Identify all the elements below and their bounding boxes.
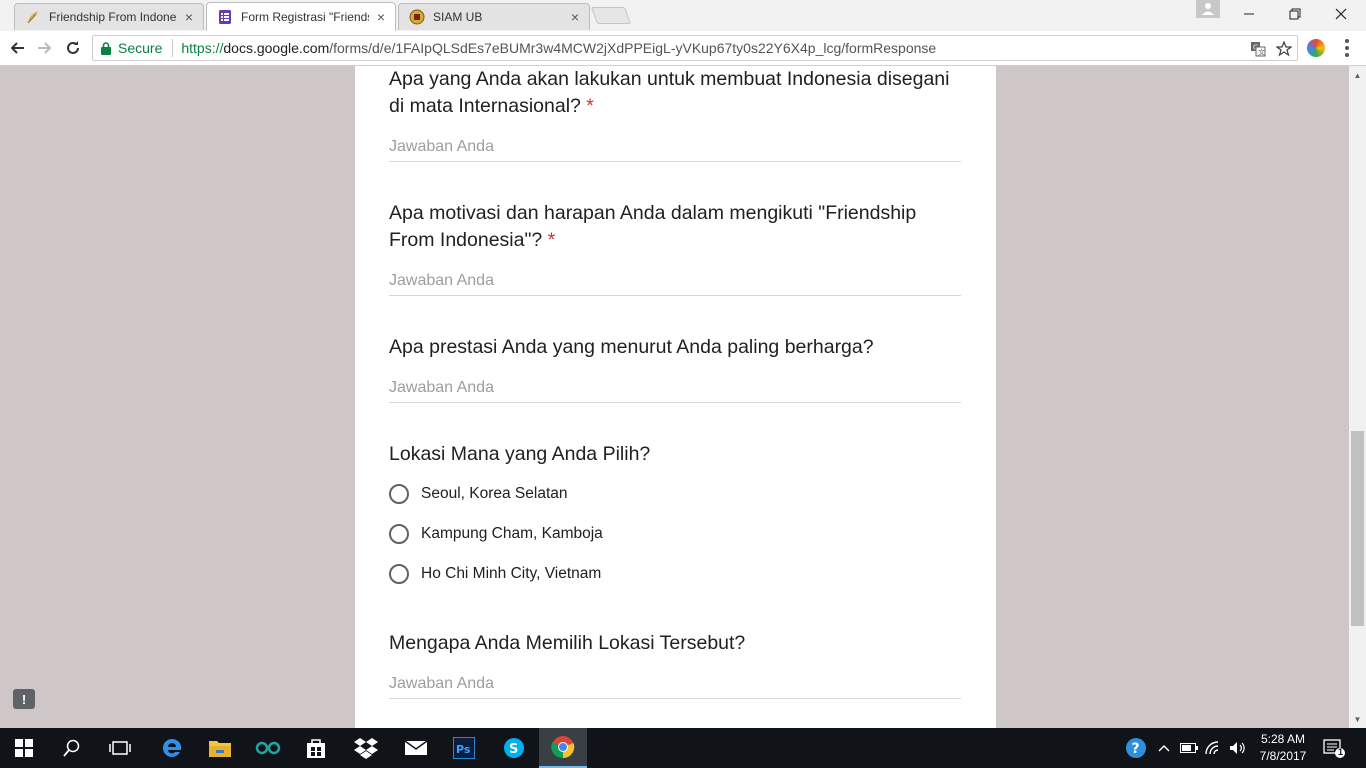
svg-text:Ps: Ps [456, 743, 471, 756]
search-icon[interactable] [48, 728, 96, 768]
volume-icon[interactable] [1227, 728, 1249, 768]
start-icon[interactable] [0, 728, 48, 768]
skype-icon[interactable]: S [490, 728, 538, 768]
dropbox-icon[interactable] [342, 728, 390, 768]
radio-button[interactable] [389, 564, 409, 584]
secure-indicator[interactable]: Secure [93, 40, 162, 56]
profile-button[interactable] [1196, 0, 1220, 18]
chrome-icon[interactable] [539, 728, 587, 768]
reload-button[interactable] [60, 36, 86, 60]
tab-title: SIAM UB [433, 10, 483, 24]
notification-count: 1 [1338, 747, 1344, 757]
question-title: Apa prestasi Anda yang menurut Anda pali… [389, 336, 874, 358]
tab-siam-ub[interactable]: SIAM UB × [398, 3, 590, 30]
question-title: Mengapa Anda Memilih Lokasi Tersebut? [389, 632, 746, 654]
question-title: Apa motivasi dan harapan Anda dalam meng… [389, 200, 961, 254]
restore-button[interactable] [1272, 0, 1318, 28]
close-window-button[interactable] [1318, 0, 1364, 28]
forms-icon [217, 9, 233, 25]
radio-label: Ho Chi Minh City, Vietnam [421, 565, 602, 582]
new-tab-button[interactable] [590, 7, 632, 24]
url-text: https://docs.google.com/forms/d/e/1FAIpQ… [181, 40, 936, 56]
tab-form-registrasi[interactable]: Form Registrasi "Friendsh × [206, 2, 396, 31]
back-button[interactable] [4, 36, 30, 60]
answer-input[interactable]: Jawaban Anda [389, 375, 961, 403]
url-scheme: https:// [181, 40, 224, 56]
mail-icon[interactable] [392, 728, 440, 768]
store-icon[interactable] [292, 728, 340, 768]
wifi-icon[interactable] [1203, 728, 1225, 768]
edge-icon[interactable] [148, 728, 196, 768]
tab-strip: Friendship From Indones × Form Registras… [0, 0, 1366, 31]
form-card: Apa yang Anda akan lakukan untuk membuat… [355, 66, 996, 728]
radio-button[interactable] [389, 524, 409, 544]
url-host: docs.google.com [223, 40, 330, 56]
translate-icon[interactable]: G文 [1249, 40, 1267, 58]
clock-time: 5:28 AM [1260, 732, 1306, 746]
scroll-up-arrow[interactable]: ▲ [1349, 68, 1366, 82]
tab-title: Form Registrasi "Friendsh [241, 10, 369, 24]
chevron-up-icon[interactable] [1154, 728, 1174, 768]
radio-button[interactable] [389, 484, 409, 504]
svg-text:?: ? [1132, 741, 1140, 757]
radio-group: Seoul, Korea Selatan Kampung Cham, Kambo… [389, 474, 961, 594]
crest-icon [409, 9, 425, 25]
extension-icon[interactable] [1307, 39, 1325, 57]
required-asterisk: * [547, 229, 556, 251]
svg-text:S: S [509, 742, 518, 757]
svg-text:文: 文 [1258, 48, 1265, 57]
question-item: Apa yang Anda akan lakukan untuk membuat… [389, 66, 961, 162]
lock-icon [101, 41, 111, 55]
tab-friendship[interactable]: Friendship From Indones × [14, 3, 204, 30]
scrollbar[interactable] [1349, 66, 1366, 728]
radio-option[interactable]: Kampung Cham, Kamboja [389, 514, 961, 554]
bookmark-star-icon[interactable] [1275, 40, 1293, 58]
radio-option[interactable]: Seoul, Korea Selatan [389, 474, 961, 514]
tab-title: Friendship From Indones [49, 10, 177, 24]
scroll-down-arrow[interactable]: ▼ [1349, 712, 1366, 726]
close-icon[interactable]: × [569, 9, 581, 25]
forward-button[interactable] [32, 36, 58, 60]
feedback-icon[interactable]: ! [13, 689, 35, 709]
system-clock[interactable]: 5:28 AM 7/8/2017 [1248, 731, 1318, 765]
secure-label: Secure [118, 40, 163, 56]
required-asterisk: * [586, 95, 594, 117]
photoshop-icon[interactable]: Ps [440, 728, 488, 768]
leaf-icon [25, 9, 41, 25]
divider [172, 39, 174, 57]
radio-label: Kampung Cham, Kamboja [421, 525, 603, 542]
question-item: Apa motivasi dan harapan Anda dalam meng… [389, 200, 961, 296]
minimize-button[interactable] [1226, 0, 1272, 28]
question-text: Apa motivasi dan harapan Anda dalam meng… [389, 202, 917, 251]
file-explorer-icon[interactable] [196, 728, 244, 768]
url-path: /forms/d/e/1FAIpQLSdEs7eBUMr3w4MCW2jXdPP… [329, 40, 937, 56]
answer-input[interactable]: Jawaban Anda [389, 268, 961, 296]
answer-input[interactable]: Jawaban Anda [389, 134, 961, 162]
clock-date: 7/8/2017 [1259, 749, 1307, 763]
address-bar[interactable]: Secure https://docs.google.com/forms/d/e… [92, 35, 1298, 61]
close-icon[interactable]: × [375, 9, 387, 25]
action-center-icon[interactable]: 1 [1320, 728, 1348, 768]
scrollbar-thumb[interactable] [1351, 431, 1364, 626]
radio-option[interactable]: Ho Chi Minh City, Vietnam [389, 554, 961, 594]
help-icon[interactable]: ? [1124, 728, 1148, 768]
taskbar: Ps S ? 5:28 AM 7/8/2017 1 [0, 728, 1366, 768]
browser-toolbar: Secure https://docs.google.com/forms/d/e… [0, 31, 1366, 66]
question-title: Apa yang Anda akan lakukan untuk membuat… [389, 66, 961, 120]
battery-icon[interactable] [1178, 728, 1200, 768]
answer-input[interactable]: Jawaban Anda [389, 671, 961, 699]
question-title: Lokasi Mana yang Anda Pilih? [389, 443, 651, 465]
arduino-icon[interactable] [244, 728, 292, 768]
question-item: Mengapa Anda Memilih Lokasi Tersebut? Ja… [389, 630, 961, 699]
question-item: Lokasi Mana yang Anda Pilih? Seoul, Kore… [389, 441, 961, 594]
radio-label: Seoul, Korea Selatan [421, 485, 568, 502]
question-text: Apa yang Anda akan lakukan untuk membuat… [389, 68, 950, 117]
question-item: Apa prestasi Anda yang menurut Anda pali… [389, 334, 961, 403]
close-icon[interactable]: × [183, 9, 195, 25]
page-viewport: Apa yang Anda akan lakukan untuk membuat… [0, 66, 1366, 728]
menu-icon[interactable] [1344, 39, 1350, 57]
task-view-icon[interactable] [96, 728, 144, 768]
